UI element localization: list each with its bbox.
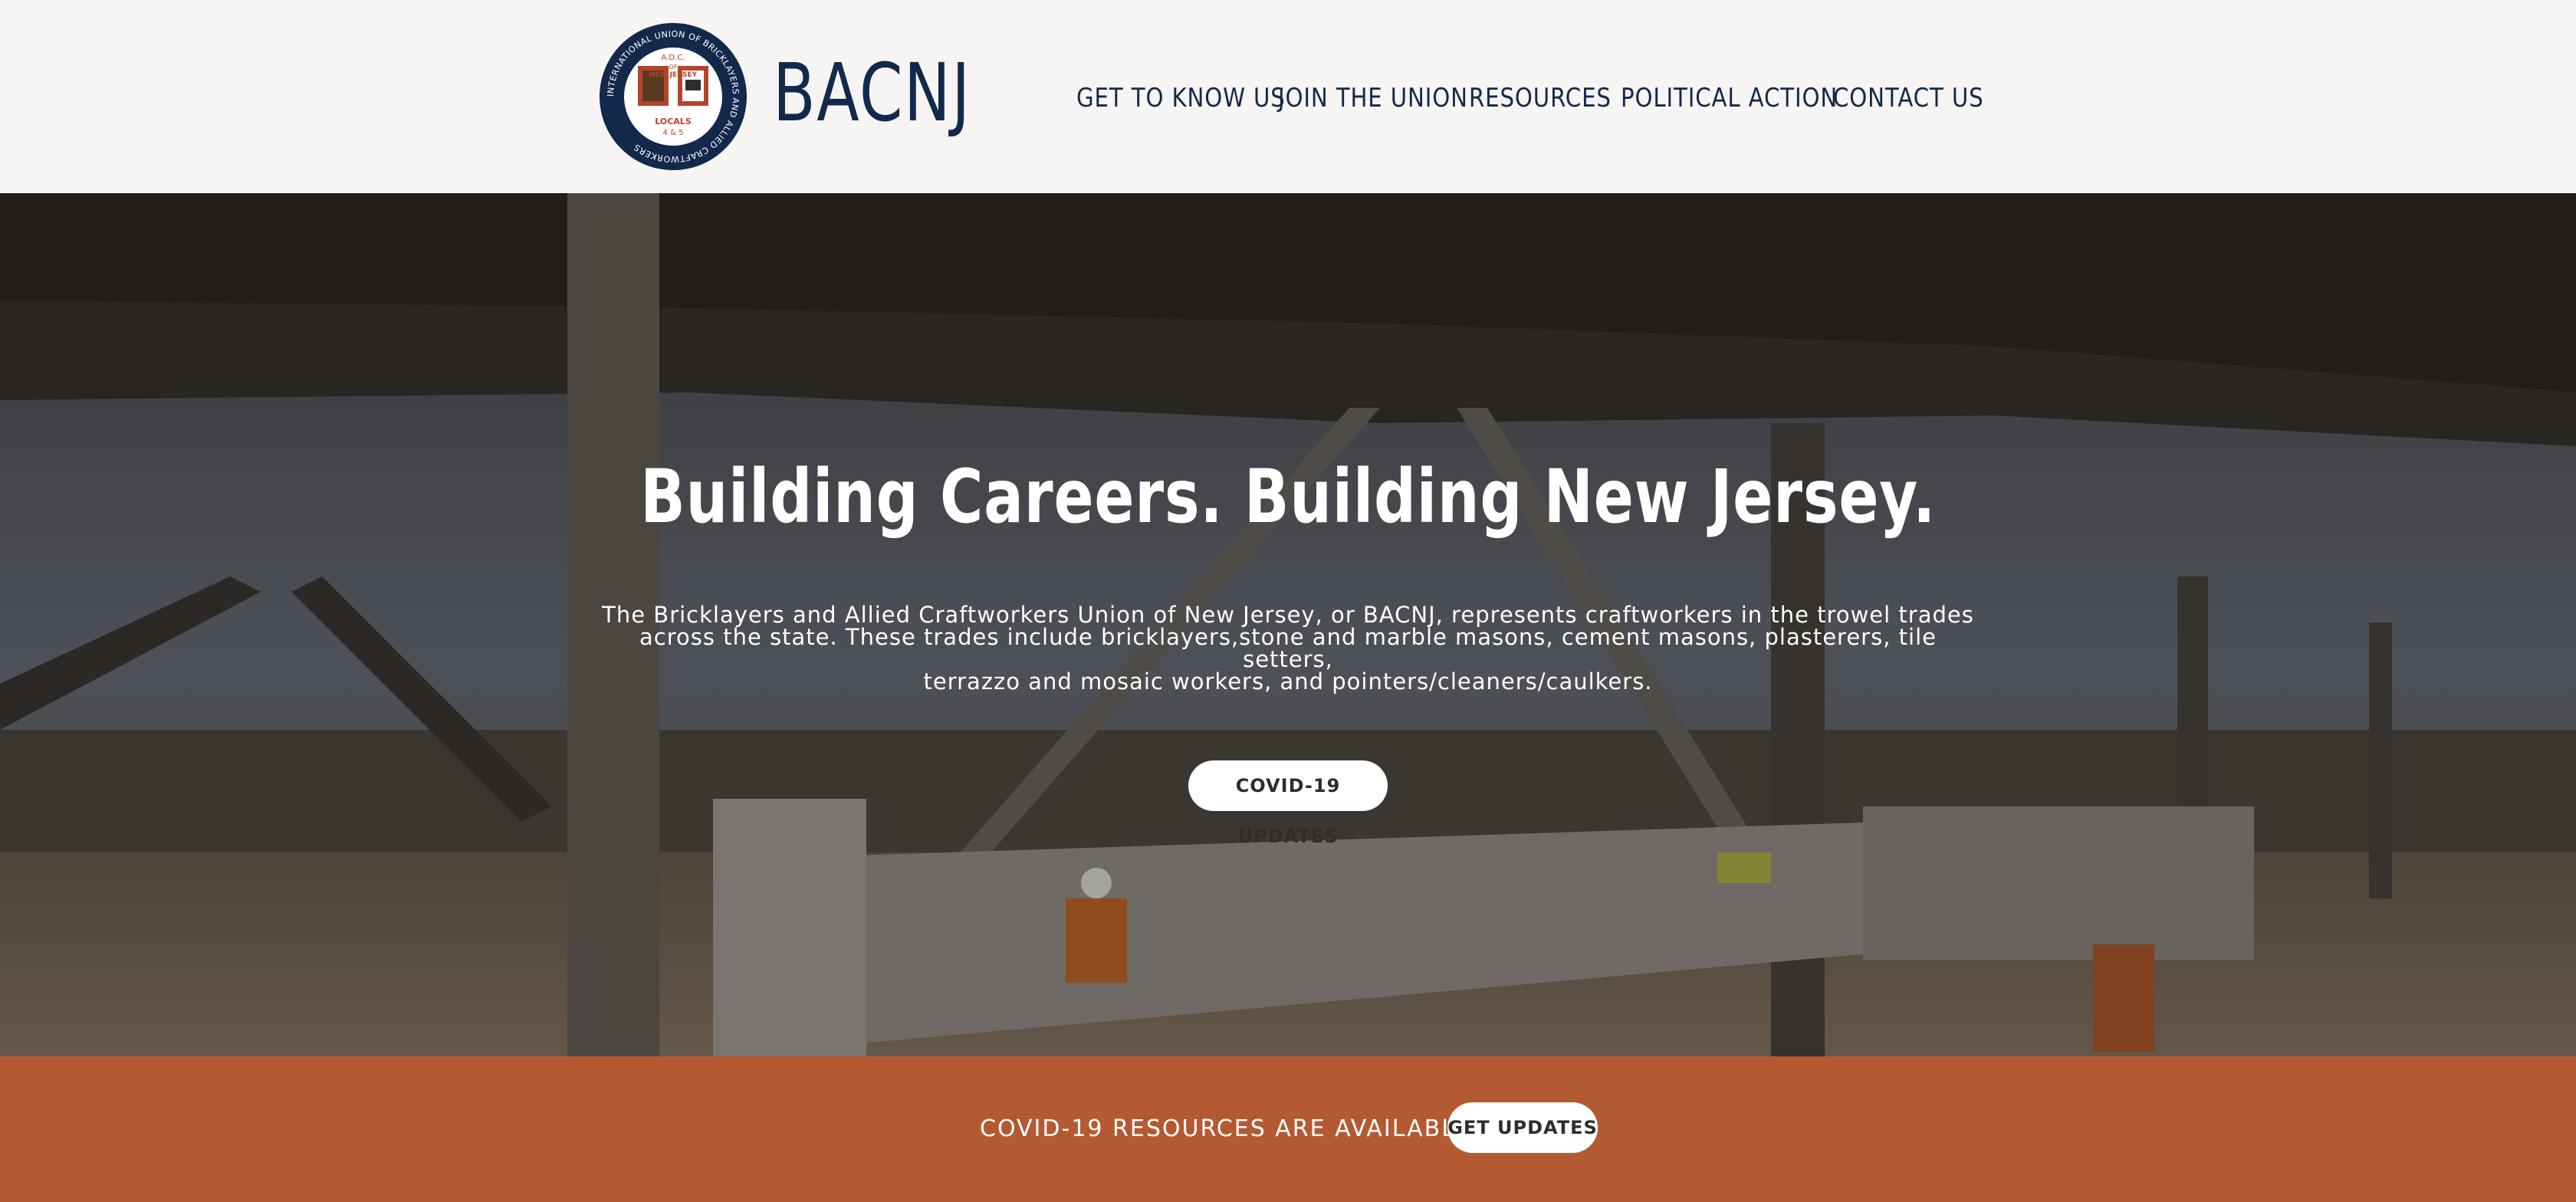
seal-adc-text: A.D.C. [662,54,685,62]
main-navigation: GET TO KNOW US JOIN THE UNION RESOURCES … [0,77,2576,120]
hero-description-line: terrazzo and mosaic workers, and pointer… [923,668,1653,695]
covid-resources-text: COVID-19 RESOURCES ARE AVAILABLE [980,1115,1472,1142]
covid-updates-button[interactable]: COVID-19 UPDATES [1188,760,1388,847]
hero-title: Building Careers. Building New Jersey. [640,454,1936,540]
covid-resources-banner: COVID-19 RESOURCES ARE AVAILABLE GET UPD… [0,1056,2576,1202]
hero-description-line: across the state. These trades include b… [639,624,1937,672]
nav-resources[interactable]: RESOURCES [1469,77,1612,120]
site-header: INTERNATIONAL UNION OF BRICKLAYERS AND A… [0,0,2576,193]
hero-section: Building Careers. Building New Jersey. T… [0,193,2576,1056]
get-updates-button[interactable]: GET UPDATES [1447,1102,1598,1153]
hero-description-line: The Bricklayers and Allied Craftworkers … [602,602,1974,628]
nav-contact-us[interactable]: CONTACT US [1833,77,1984,120]
hero-description: The Bricklayers and Allied Craftworkers … [598,604,1978,693]
seal-of-text: OF [669,64,678,71]
nav-get-to-know-us[interactable]: GET TO KNOW US [1076,77,1286,120]
seal-local-numbers-text: 4 & 5 [663,129,684,137]
nav-political-action[interactable]: POLITICAL ACTION [1621,77,1838,120]
nav-join-the-union[interactable]: JOIN THE UNION [1278,77,1468,120]
